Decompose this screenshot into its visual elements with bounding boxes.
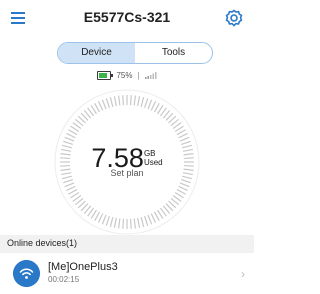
gauge-tick: [109, 217, 114, 228]
wifi-icon: [13, 260, 40, 287]
online-devices-title: Online devices(1): [7, 238, 78, 248]
gauge-tick: [181, 179, 191, 184]
gauge-tick: [64, 182, 75, 188]
gauge-tick: [157, 105, 164, 115]
gauge-tick: [109, 96, 114, 107]
gauge-tick: [118, 95, 121, 106]
gauge-tick: [113, 217, 117, 228]
device-name: [Me]OnePlus3: [48, 261, 118, 273]
gauge-tick: [174, 125, 184, 132]
status-row: 75% |: [0, 69, 254, 81]
battery-percent: 75%: [116, 70, 133, 80]
gauge-tick: [67, 188, 78, 195]
gauge-tick: [176, 188, 187, 195]
top-bar: E5577Cs-321: [0, 0, 254, 38]
gauge-tick: [97, 213, 104, 223]
gauge-tick: [153, 211, 160, 222]
online-devices-header: Online devices(1): [0, 235, 254, 253]
gauge-tick: [144, 216, 149, 226]
gauge-tick: [150, 213, 157, 223]
gauge-tick: [64, 136, 75, 142]
tab-device[interactable]: Device: [58, 43, 135, 63]
gear-icon[interactable]: [224, 8, 244, 28]
gauge-tick: [176, 129, 187, 136]
usage-unit-sub: Used: [143, 158, 163, 167]
gauge-tick: [105, 216, 110, 226]
gauge-tick: [105, 98, 110, 108]
gauge-tick: [66, 132, 76, 139]
usage-unit: GB: [143, 149, 156, 158]
gauge-tick: [66, 185, 76, 192]
gauge-tick: [174, 192, 184, 199]
gauge-tick: [150, 101, 157, 111]
gauge-tick: [147, 99, 153, 110]
gauge-tick: [122, 218, 125, 229]
set-plan-link[interactable]: Set plan: [0, 168, 254, 178]
gauge-tick: [153, 102, 160, 113]
gauge-tick: [63, 179, 73, 184]
gauge-tick: [140, 217, 145, 228]
signal-bars-icon: [144, 72, 157, 79]
gauge-tick: [147, 214, 153, 225]
page-title: E5577Cs-321: [83, 9, 171, 25]
status-separator: |: [137, 70, 140, 80]
gauge-tick: [129, 95, 132, 106]
gauge-tick: [157, 209, 164, 219]
gauge-tick: [101, 99, 107, 110]
gauge-tick: [122, 95, 125, 106]
gauge-tick: [144, 98, 149, 108]
gauge-tick: [133, 95, 136, 106]
gauge-tick: [179, 136, 190, 142]
chevron-right-icon: ›: [241, 267, 245, 281]
gauge-tick: [129, 218, 132, 229]
device-connected-time: 00:02:15: [48, 275, 80, 284]
gauge-tick: [70, 192, 80, 199]
gauge-tick: [179, 182, 190, 188]
battery-icon: [97, 70, 114, 80]
gauge-tick: [133, 218, 136, 229]
gauge-tick: [67, 129, 78, 136]
gauge-tick: [137, 217, 141, 228]
tab-switcher: Device Tools: [57, 42, 213, 64]
gauge-tick: [97, 101, 104, 111]
device-list-item[interactable]: [Me]OnePlus3 00:02:15 ›: [0, 253, 254, 294]
gauge-tick: [90, 209, 97, 219]
gauge-tick: [140, 96, 145, 107]
gauge-tick: [178, 185, 188, 192]
gauge-tick: [178, 132, 188, 139]
gauge-tick: [90, 105, 97, 115]
tab-tools[interactable]: Tools: [135, 43, 212, 63]
gauge-tick: [94, 102, 101, 113]
usage-unit-block: GB Used: [144, 149, 163, 167]
gauge-tick: [70, 125, 80, 132]
gauge-tick: [113, 96, 117, 107]
gauge-tick: [94, 211, 101, 222]
gauge-tick: [118, 218, 121, 229]
gauge-tick: [137, 96, 141, 107]
gauge-tick: [101, 214, 107, 225]
